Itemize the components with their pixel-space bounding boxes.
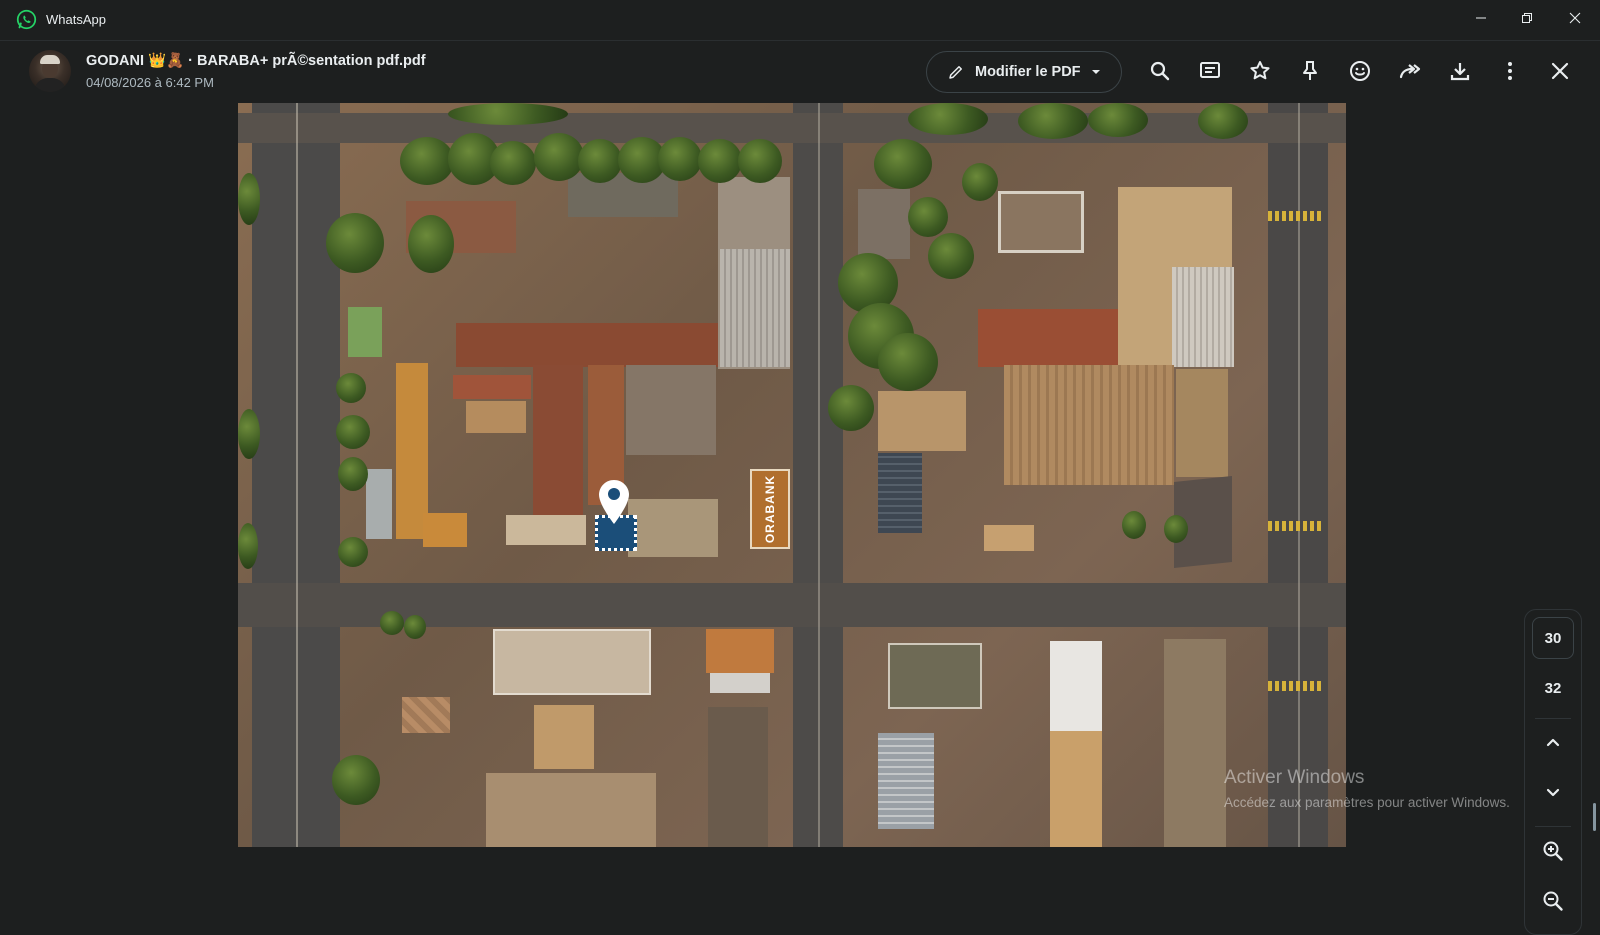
minimize-button[interactable] xyxy=(1458,0,1504,36)
document-title: GODANI 👑🧸 · BARABA+ prÃ©sentation pdf.pd… xyxy=(86,53,426,69)
document-viewer[interactable]: ORABANK 30 32 Activer Windows Accédez au… xyxy=(0,103,1600,935)
restore-button[interactable] xyxy=(1504,0,1550,36)
pdf-page-aerial-map: ORABANK xyxy=(238,103,1346,847)
more-options-button[interactable] xyxy=(1498,59,1522,83)
more-icon xyxy=(1508,62,1512,80)
chevron-down-icon xyxy=(1091,70,1100,74)
emoji-button[interactable] xyxy=(1348,59,1372,83)
document-date: 04/08/2026 à 6:42 PM xyxy=(86,75,214,90)
orabank-text: ORABANK xyxy=(763,474,777,544)
emoji-icon xyxy=(1350,61,1370,81)
edit-pdf-button[interactable]: Modifier le PDF xyxy=(926,51,1122,93)
whatsapp-logo-icon xyxy=(16,9,37,30)
title-bar: WhatsApp xyxy=(0,0,1600,40)
forward-button[interactable] xyxy=(1398,59,1422,83)
minimize-icon xyxy=(1476,17,1486,19)
close-icon xyxy=(1551,62,1569,80)
close-viewer-button[interactable] xyxy=(1548,59,1572,83)
page-navigator: 30 32 xyxy=(1524,609,1582,935)
orabank-label: ORABANK xyxy=(750,469,790,549)
message-icon xyxy=(1200,62,1220,78)
scrollbar-thumb[interactable] xyxy=(1593,803,1596,831)
window-close-button[interactable] xyxy=(1552,0,1598,36)
message-button[interactable] xyxy=(1198,59,1222,83)
pin-button[interactable] xyxy=(1298,59,1322,83)
star-icon xyxy=(1250,61,1270,80)
document-header: GODANI 👑🧸 · BARABA+ prÃ©sentation pdf.pd… xyxy=(0,40,1600,103)
chevron-down-icon[interactable] xyxy=(1541,780,1565,804)
page-number-32[interactable]: 32 xyxy=(1532,667,1574,709)
location-pin-icon xyxy=(599,480,629,524)
zoom-in-icon[interactable] xyxy=(1541,839,1565,863)
page-number-30[interactable]: 30 xyxy=(1532,617,1574,659)
app-title: WhatsApp xyxy=(46,12,106,27)
download-icon xyxy=(1450,63,1470,81)
search-icon xyxy=(1150,61,1170,81)
chevron-up-icon[interactable] xyxy=(1541,731,1565,755)
download-button[interactable] xyxy=(1448,59,1472,83)
pin-icon xyxy=(1303,61,1317,80)
edit-pdf-label: Modifier le PDF xyxy=(975,64,1081,80)
restore-icon xyxy=(1522,13,1532,23)
star-button[interactable] xyxy=(1248,59,1272,83)
zoom-out-icon[interactable] xyxy=(1541,889,1565,913)
avatar[interactable] xyxy=(29,50,71,92)
forward-icon xyxy=(1399,64,1421,79)
search-button[interactable] xyxy=(1148,59,1172,83)
vertical-scrollbar[interactable] xyxy=(1588,103,1600,850)
pencil-icon xyxy=(949,66,962,79)
close-icon xyxy=(1569,12,1581,24)
